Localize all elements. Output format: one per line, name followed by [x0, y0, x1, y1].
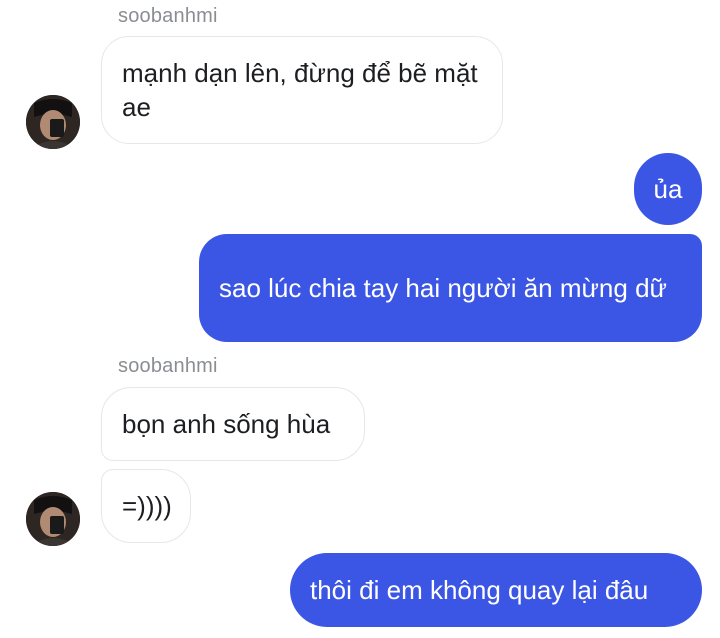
- contact-avatar[interactable]: [26, 492, 80, 546]
- avatar-photo-icon: [26, 95, 80, 149]
- sender-name: soobanhmi: [118, 355, 218, 377]
- message-bubble-incoming[interactable]: =)))): [101, 469, 191, 543]
- message-bubble-outgoing[interactable]: ủa: [634, 153, 702, 225]
- message-bubble-outgoing[interactable]: sao lúc chia tay hai người ăn mừng dữ: [199, 234, 702, 342]
- message-bubble-incoming[interactable]: bọn anh sống hùa: [101, 387, 365, 461]
- message-text: =)))): [122, 491, 172, 521]
- contact-avatar[interactable]: [26, 95, 80, 149]
- message-text: bọn anh sống hùa: [122, 409, 331, 439]
- message-text: mạnh dạn lên, đừng để bẽ mặt ae: [122, 58, 478, 122]
- avatar-photo-icon: [26, 492, 80, 546]
- sender-name: soobanhmi: [118, 5, 218, 27]
- message-bubble-outgoing[interactable]: thôi đi em không quay lại đâu: [290, 553, 702, 627]
- message-text: thôi đi em không quay lại đâu: [310, 575, 649, 605]
- message-text: ủa: [653, 174, 683, 204]
- message-text: sao lúc chia tay hai người ăn mừng dữ: [219, 273, 667, 303]
- message-bubble-incoming[interactable]: mạnh dạn lên, đừng để bẽ mặt ae: [101, 36, 503, 144]
